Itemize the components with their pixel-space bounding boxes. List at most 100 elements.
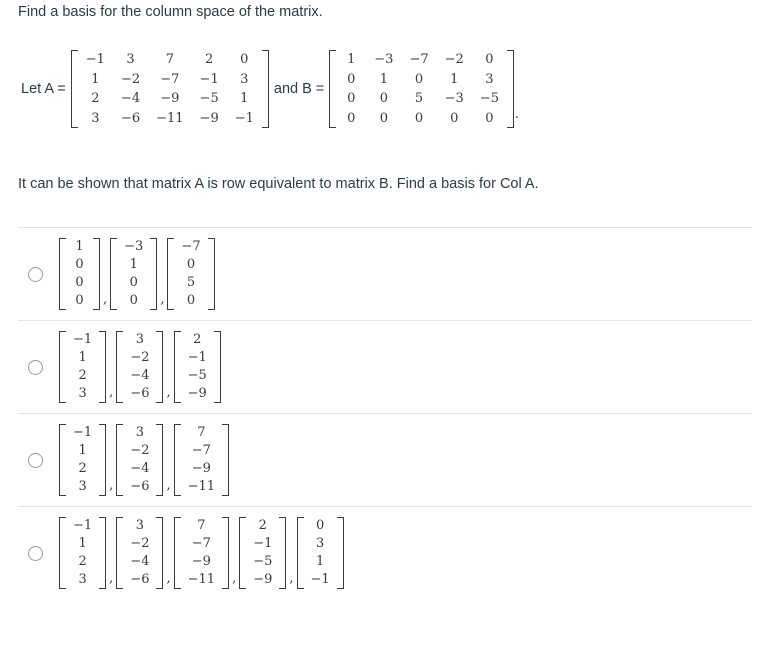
column-vector: −1 1 2 3	[59, 331, 107, 403]
matrix-row: −1 3 7 2 0	[78, 50, 262, 70]
answer-choice-1[interactable]: 1 0 0 0, −3 1 0 0, −7 0 5 0	[0, 228, 770, 320]
matrix-cell: 3	[240, 71, 249, 87]
matrix-row: −4	[123, 553, 156, 571]
answer-choice-3[interactable]: −1 1 2 3, 3 −2 −4 −6, 7 −7 −9 −11	[0, 414, 770, 506]
matrix-row: −9	[181, 553, 222, 571]
matrix-row: −1	[66, 331, 99, 349]
bracket-left-icon	[173, 331, 181, 403]
answer-choice-2[interactable]: −1 1 2 3, 3 −2 −4 −6, 2 −1 −5 −9	[0, 321, 770, 413]
matrix-cell: −4	[130, 461, 150, 476]
bracket-left-icon	[110, 238, 118, 310]
matrix-cell: −11	[187, 572, 216, 587]
matrix-cell: 1	[78, 350, 87, 365]
bracket-right-icon	[99, 517, 107, 589]
matrix-row: 0	[66, 256, 93, 274]
matrix-cell: −5	[253, 554, 273, 569]
matrix-cell: −2	[130, 443, 150, 458]
vector-group: −1 1 2 3, 3 −2 −4 −6, 7 −7 −9 −11	[59, 424, 230, 496]
matrix-row: −9	[246, 571, 279, 589]
bracket-left-icon	[116, 517, 124, 589]
matrix-cell: 0	[75, 275, 84, 290]
matrix-row: −4	[123, 367, 156, 385]
radio-button-4[interactable]	[28, 545, 43, 561]
matrix-cell: −7	[191, 536, 211, 551]
column-vector: 3 −2 −4 −6	[116, 424, 164, 496]
matrix-cell: 0	[414, 71, 424, 87]
matrix-row: −9	[181, 385, 214, 403]
matrix-row: 0	[66, 274, 93, 292]
matrix-cell: −1	[73, 332, 93, 347]
matrix-cell: 1	[347, 52, 356, 67]
matrix-cell: −1	[199, 71, 219, 87]
matrix-row: −5	[181, 367, 214, 385]
matrix-cell: 0	[347, 110, 356, 126]
matrix-cell: 7	[197, 425, 206, 440]
bracket-left-icon	[296, 517, 304, 589]
vector-separator: ,	[166, 478, 171, 493]
bracket-left-icon	[116, 331, 124, 403]
matrix-cell: −2	[130, 350, 150, 365]
vector-separator: ,	[166, 571, 171, 586]
matrix-cell: 2	[78, 461, 87, 476]
matrix-cell: 2	[78, 368, 87, 383]
vector-group: −1 1 2 3, 3 −2 −4 −6, 7 −7 −9 −11, 2 −1 −5 −9, 0 3 1 −1	[59, 517, 344, 589]
matrix-row: 1	[304, 553, 337, 571]
matrix-cell: 5	[414, 91, 424, 106]
matrix-row: 1	[66, 238, 93, 256]
column-vector: 1 0 0 0	[59, 238, 100, 310]
bracket-left-icon	[59, 424, 66, 496]
matrix-cell: 0	[485, 52, 494, 67]
matrix-cell: 1	[91, 71, 100, 87]
matrix-cell: 1	[379, 71, 388, 87]
matrix-cell: 2	[91, 91, 100, 106]
matrix-cell: 0	[315, 518, 325, 533]
matrix-row: −6	[123, 478, 156, 496]
matrix-cell: −9	[160, 91, 180, 106]
column-vector: 3 −2 −4 −6	[116, 517, 164, 589]
bracket-right-icon	[99, 424, 107, 496]
matrix-cell: −2	[120, 71, 141, 87]
matrix-cell: −3	[374, 52, 394, 67]
matrix-cell: −5	[479, 91, 499, 106]
column-vector: 0 3 1 −1	[296, 517, 344, 589]
matrix-cell: −2	[444, 52, 464, 67]
bracket-left-icon	[116, 424, 124, 496]
matrix-cell: 0	[75, 293, 84, 308]
vector-group: −1 1 2 3, 3 −2 −4 −6, 2 −1 −5 −9	[59, 331, 221, 403]
matrix-row: −6	[123, 385, 156, 403]
matrix-cell: −7	[181, 239, 201, 254]
bracket-right-icon	[222, 517, 230, 589]
matrix-row: 0	[304, 517, 337, 535]
matrix-row: 2	[66, 460, 99, 478]
radio-button-1[interactable]	[28, 266, 43, 282]
radio-button-3[interactable]	[28, 452, 43, 468]
matrix-cell: 1	[75, 239, 84, 254]
matrix-cell: −4	[130, 554, 150, 569]
matrix-row: 2	[246, 517, 279, 535]
vector-separator: ,	[289, 571, 294, 586]
matrix-cell: −1	[253, 536, 273, 551]
matrix-cell: 1	[129, 257, 138, 272]
matrix-cell: 0	[240, 52, 249, 67]
bracket-right-icon	[150, 238, 158, 310]
matrix-cell: 1	[78, 536, 87, 551]
question-page: Find a basis for the column space of the…	[0, 0, 770, 669]
matrix-row: −4	[123, 460, 156, 478]
matrix-cell: −9	[191, 461, 211, 476]
bracket-left-icon	[59, 238, 66, 310]
matrix-cell: −7	[160, 71, 180, 87]
matrix-cell: 2	[204, 52, 214, 67]
let-a-label: Let A =	[21, 81, 66, 97]
matrix-row: −1	[181, 349, 214, 367]
matrix-cell: 1	[78, 443, 87, 458]
answer-choice-4[interactable]: −1 1 2 3, 3 −2 −4 −6, 7 −7 −9 −11, 2 −1 −5 −9, 0 3 1 −1	[0, 507, 770, 599]
vector-group: 1 0 0 0, −3 1 0 0, −7 0 5 0	[59, 238, 215, 310]
matrix-cell: −11	[156, 110, 184, 126]
answer-choice-list: 1 0 0 0, −3 1 0 0, −7 0 5 0 −1 1 2 3, 3 −2 −4 −6, 2 −1 −5 −9 −1 1…	[0, 227, 770, 599]
bracket-right-icon	[99, 331, 107, 403]
matrix-row: 2	[66, 553, 99, 571]
radio-button-2[interactable]	[28, 359, 43, 375]
column-vector: −7 0 5 0	[167, 238, 215, 310]
matrix-row: −7	[181, 535, 222, 553]
matrix-cell: 2	[258, 518, 267, 533]
